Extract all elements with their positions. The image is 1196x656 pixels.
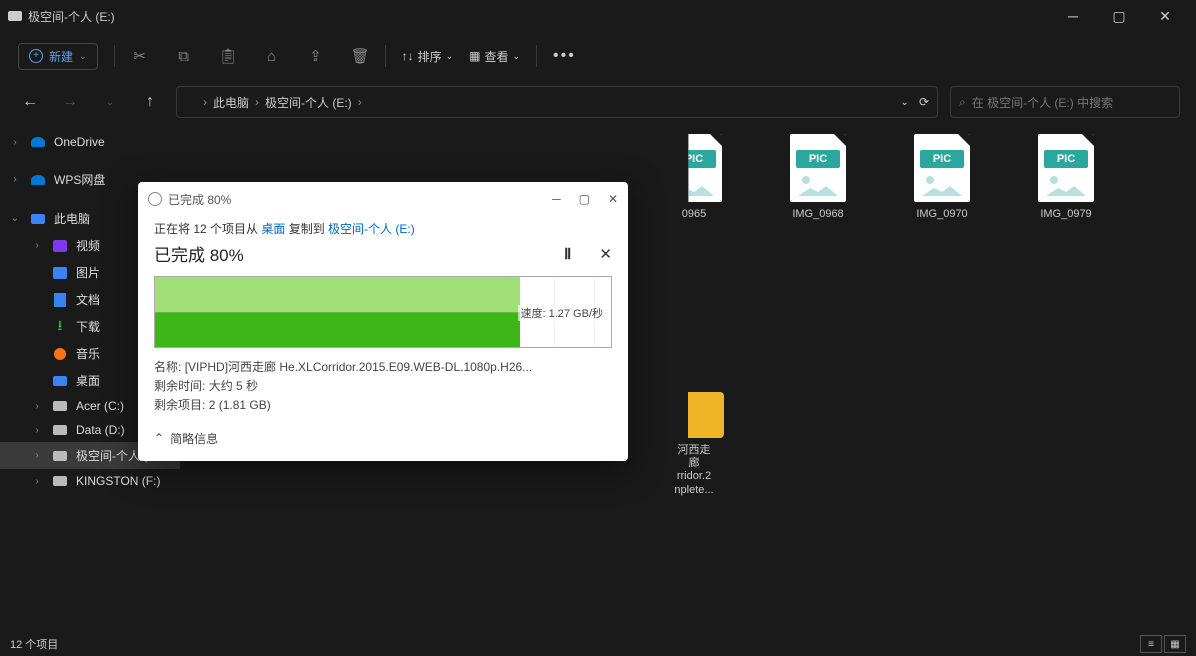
delete-icon[interactable]: 🗑︎ [351,47,369,65]
address-bar[interactable]: › 此电脑 › 极空间-个人 (E:) › ⌄ ⟳ [176,86,938,118]
clock-icon [148,192,162,206]
picture-icon: PIC [914,134,970,202]
folder-item[interactable]: 河西走廊rridor.2nplete... [644,392,744,497]
chevron-up-icon: ⌃ [154,431,164,445]
paste-icon[interactable]: 📋︎ [219,47,237,65]
history-dropdown[interactable]: ⌄ [901,97,909,108]
up-button[interactable]: ↑ [136,88,164,116]
back-button[interactable]: ← [16,88,44,116]
dialog-title: 已完成 80% [168,191,231,208]
mus-icon [54,348,66,360]
copy-icon[interactable]: ⧉ [175,48,193,65]
cloud2-icon [31,175,45,185]
picture-icon: PIC [790,134,846,202]
close-button[interactable]: ✕ [1142,0,1188,32]
pic-icon [53,267,67,279]
pause-button[interactable]: Ⅱ [564,245,571,263]
share-icon[interactable]: ⇪ [307,47,325,65]
drive-icon [53,476,67,486]
sidebar-item-KINGSTON (F:)[interactable]: ›KINGSTON (F:) [0,469,180,493]
folder-icon [664,392,724,438]
view-button[interactable]: ▦ 查看 ⌄ [469,48,520,65]
progress-graph: 速度: 1.27 GB/秒 [154,276,612,348]
sidebar-item-OneDrive[interactable]: ›OneDrive [0,130,180,154]
dialog-minimize-button[interactable]: ─ [552,192,561,206]
cut-icon[interactable]: ✂ [131,47,149,65]
dialog-heading: 已完成 80% [154,241,244,266]
toolbar: + 新建 ⌄ ✂ ⧉ 📋︎ ⌂ ⇪ 🗑︎ ↑↓ 排序 ⌄ ▦ 查看 ⌄ ••• [0,32,1196,80]
item-count: 12 个项目 [10,636,58,652]
vid-icon [53,240,67,252]
icons-view-button[interactable]: ▦ [1164,635,1186,653]
recent-dropdown[interactable]: ⌄ [96,88,124,116]
cloud-icon [31,137,45,147]
view-icon: ▦ [469,49,480,63]
doc-icon [54,293,66,307]
dialog-meta: 名称: [VIPHD]河西走廊 He.XLCorridor.2015.E09.W… [154,358,612,416]
refresh-button[interactable]: ⟳ [919,95,929,109]
file-item-IMG_0979[interactable]: PICIMG_0979 [1016,134,1116,234]
dialog-close-button[interactable]: ✕ [608,192,618,206]
titlebar: 极空间-个人 (E:) ─ ▢ ✕ [0,0,1196,32]
more-details-toggle[interactable]: ⌃ 简略信息 [154,430,612,447]
statusbar: 12 个项目 ≡ ▦ [0,632,1196,656]
new-button[interactable]: + 新建 ⌄ [18,43,98,70]
picture-icon: PIC [666,134,722,202]
drive-icon [53,425,67,435]
picture-icon: PIC [1038,134,1094,202]
desk-icon [53,376,67,386]
drive-icon [8,11,22,21]
address-row: ← → ⌄ ↑ › 此电脑 › 极空间-个人 (E:) › ⌄ ⟳ ⌕ 在 极空… [0,80,1196,124]
download-icon: ⭳ [52,320,68,334]
more-button[interactable]: ••• [553,47,576,65]
drive-icon [185,98,197,107]
window-title: 极空间-个人 (E:) [28,8,115,25]
dialog-description: 正在将 12 个项目从 桌面 复制到 极空间-个人 (E:) [154,220,612,237]
dialog-maximize-button[interactable]: ▢ [579,192,590,206]
search-icon: ⌕ [959,95,966,110]
file-item-IMG_0970[interactable]: PICIMG_0970 [892,134,992,234]
speed-label: 速度: 1.27 GB/秒 [518,305,605,321]
pc-icon [31,214,45,224]
drive-icon [53,451,67,461]
maximize-button[interactable]: ▢ [1096,0,1142,32]
copy-dialog: 已完成 80% ─ ▢ ✕ 正在将 12 个项目从 桌面 复制到 极空间-个人 … [138,182,628,461]
file-item-0965[interactable]: PIC0965 [644,134,744,234]
minimize-button[interactable]: ─ [1050,0,1096,32]
cancel-button[interactable]: ✕ [599,245,612,263]
sort-button[interactable]: ↑↓ 排序 ⌄ [402,48,454,65]
search-input[interactable]: ⌕ 在 极空间-个人 (E:) 中搜索 [950,86,1180,118]
forward-button[interactable]: → [56,88,84,116]
drive-icon [53,401,67,411]
sort-icon: ↑↓ [402,49,414,63]
rename-icon[interactable]: ⌂ [263,48,281,65]
file-item-IMG_0968[interactable]: PICIMG_0968 [768,134,868,234]
plus-icon: + [29,49,43,63]
details-view-button[interactable]: ≡ [1140,635,1162,653]
